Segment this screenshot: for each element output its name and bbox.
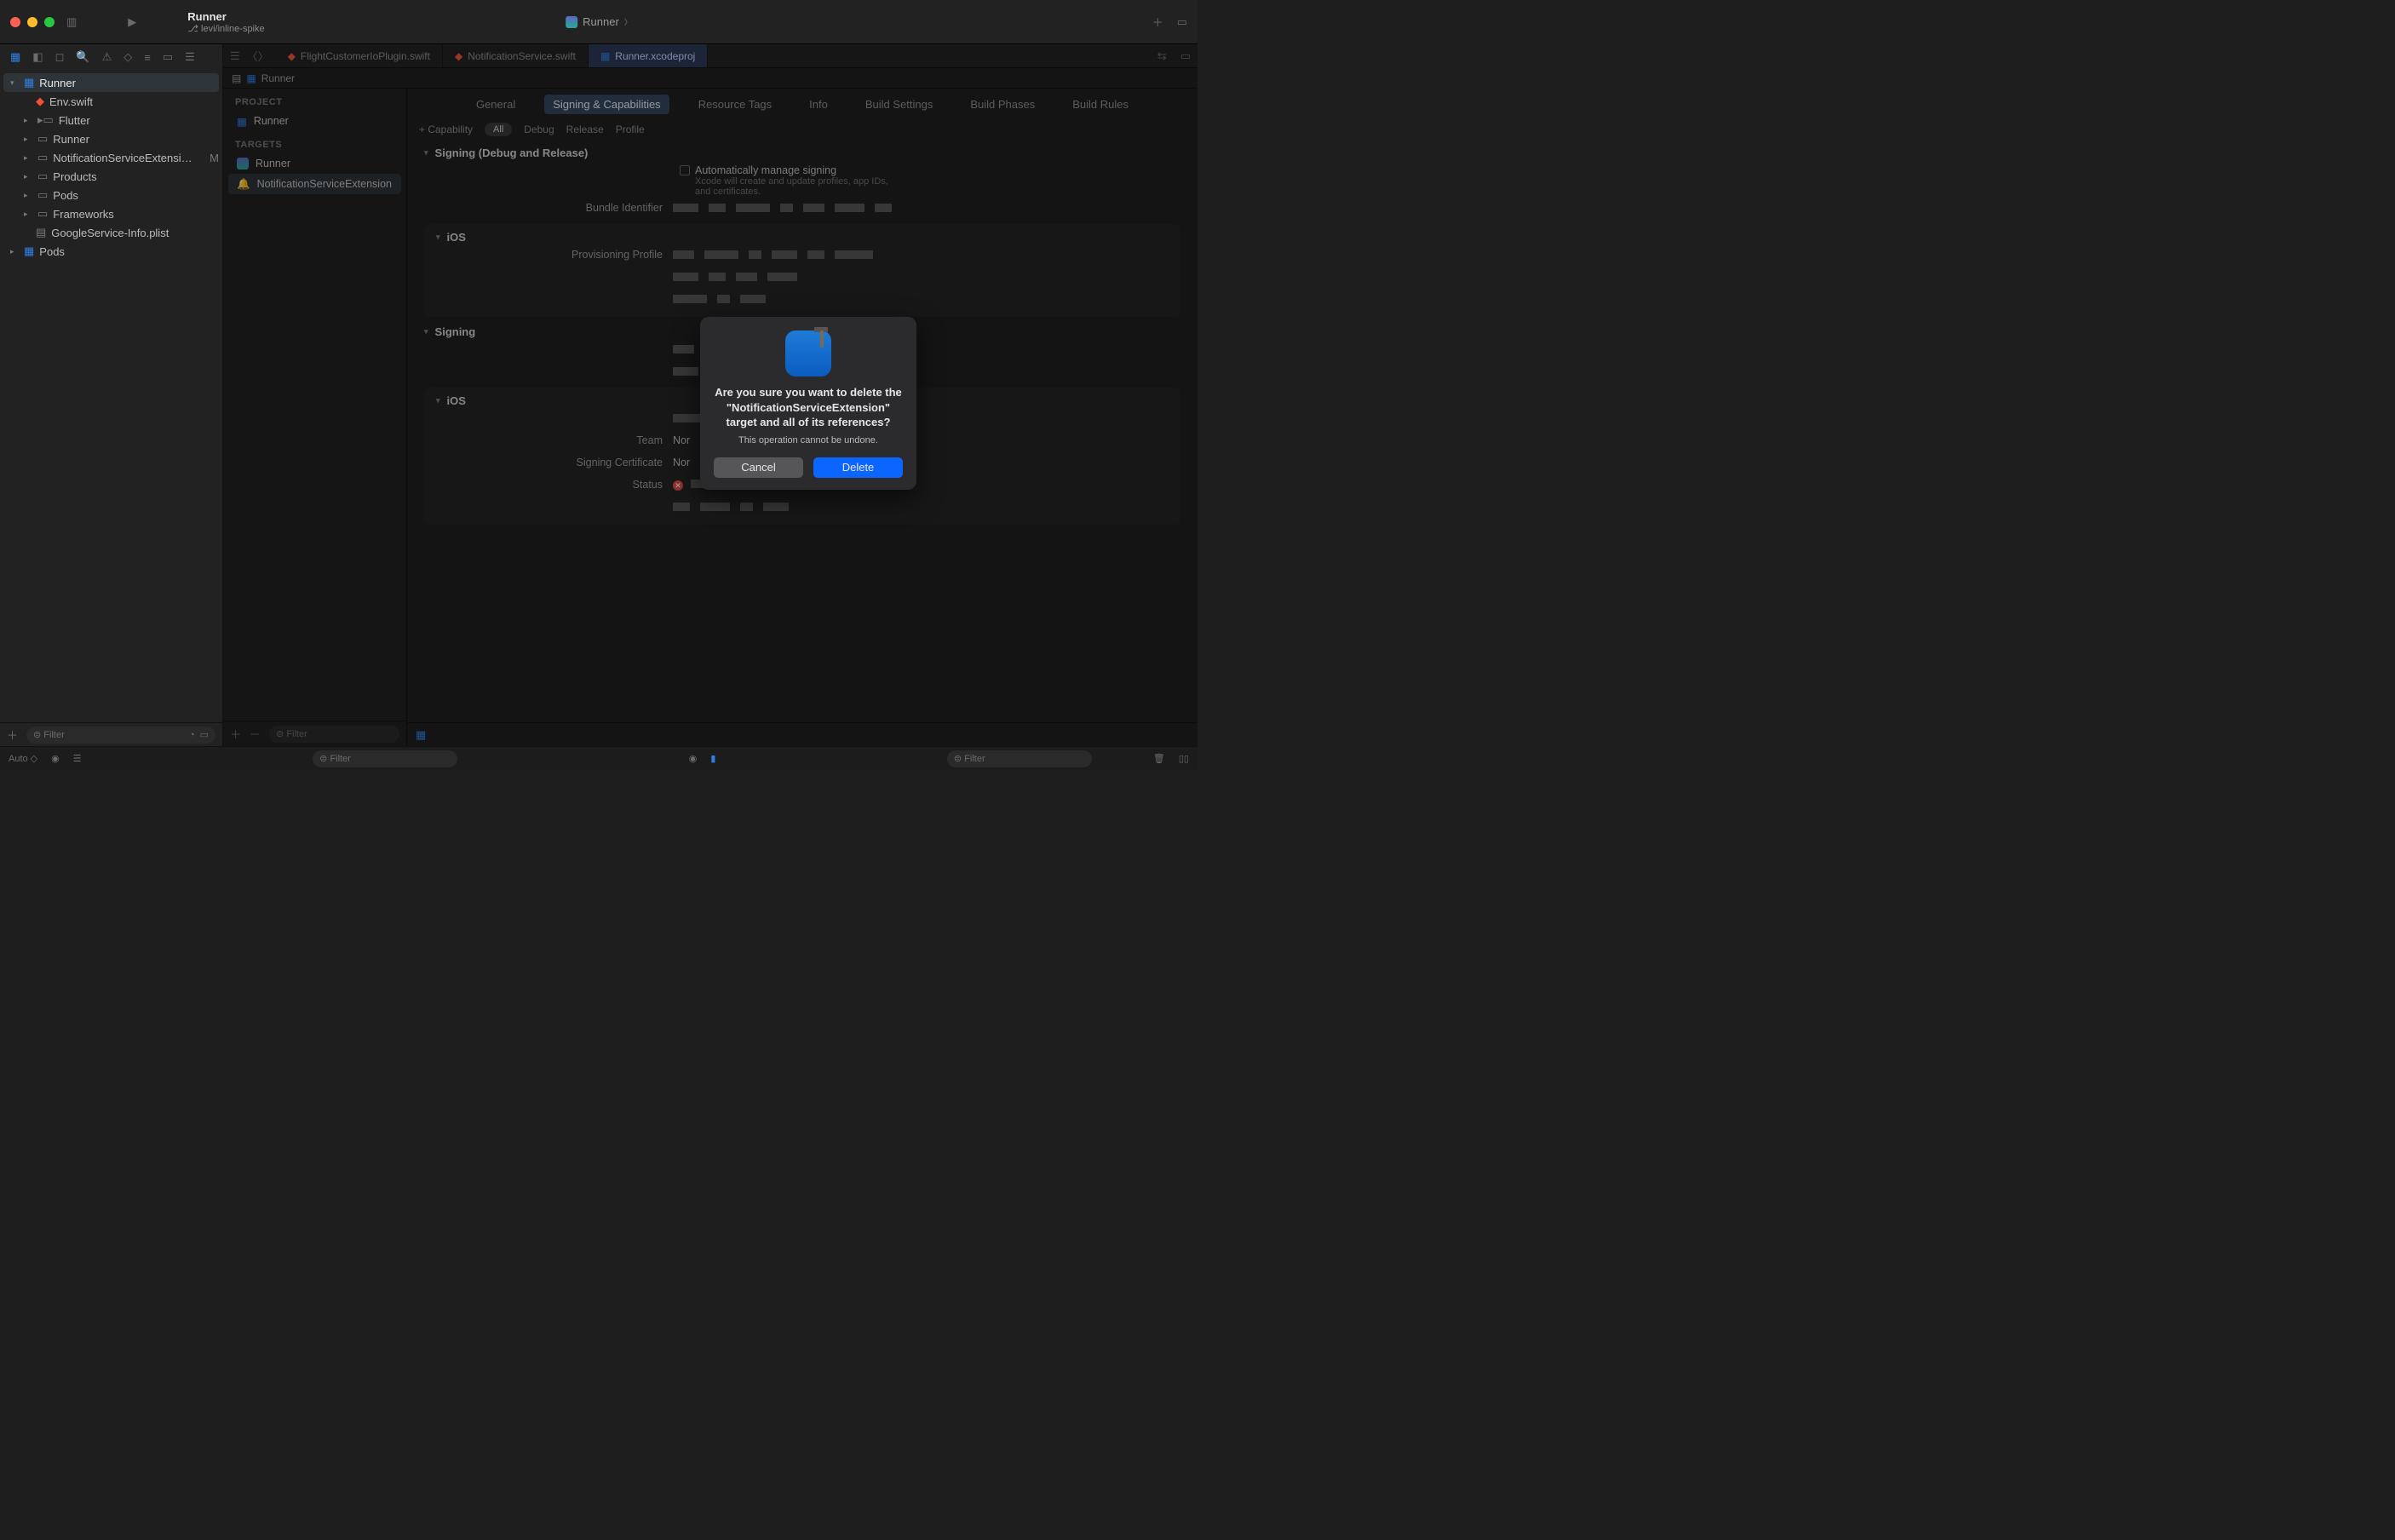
dialog-subtitle: This operation cannot be undone. bbox=[714, 435, 903, 445]
debug-nav-icon[interactable]: ≡ bbox=[144, 51, 151, 64]
trash-icon[interactable]: 🗑 bbox=[1153, 753, 1165, 764]
navigator-toolbar: ▦ ◧ ◻ 🔍 ⚠ ◇ ≡ ▭ ☰ bbox=[0, 44, 222, 70]
console-filter[interactable]: ⊜ Filter bbox=[947, 750, 1092, 767]
scm-filter-icon[interactable]: ▭ bbox=[200, 729, 209, 740]
folder-runner[interactable]: ▸▭ Runner bbox=[3, 129, 219, 148]
navigator-filter[interactable]: ⊜ Filter ◔ ▭ bbox=[26, 727, 215, 744]
filter-icon: ⊜ bbox=[319, 753, 327, 764]
filter-icon: ⊜ bbox=[33, 729, 41, 740]
delete-target-dialog: Are you sure you want to delete the "Not… bbox=[700, 317, 916, 490]
eye-icon[interactable]: ◉ bbox=[689, 753, 698, 764]
folder-products[interactable]: ▸▭ Products bbox=[3, 167, 219, 186]
delete-button[interactable]: Delete bbox=[813, 457, 903, 478]
eye-icon[interactable]: ◉ bbox=[51, 753, 60, 764]
folder-nav-icon[interactable]: ▦ bbox=[10, 50, 20, 64]
plus-icon[interactable]: ＋ bbox=[1152, 14, 1163, 30]
list-icon[interactable]: ☰ bbox=[73, 753, 82, 764]
report-nav-icon[interactable]: ☰ bbox=[185, 50, 195, 64]
sidebar-toggle-icon[interactable]: ▥ bbox=[66, 15, 77, 29]
variables-filter[interactable]: ⊜ Filter bbox=[313, 750, 457, 767]
folder-frameworks[interactable]: ▸▭ Frameworks bbox=[3, 204, 219, 223]
add-file-icon[interactable]: ＋ bbox=[7, 727, 18, 743]
navigator-footer: ＋ ⊜ Filter ◔ ▭ bbox=[0, 722, 222, 746]
traffic-lights bbox=[10, 17, 55, 27]
minimize-window[interactable] bbox=[27, 17, 37, 27]
zoom-window[interactable] bbox=[44, 17, 55, 27]
dialog-title: Are you sure you want to delete the "Not… bbox=[714, 385, 903, 430]
file-env-swift[interactable]: ◆ Env.swift bbox=[3, 92, 219, 111]
clock-icon[interactable]: ◔ bbox=[189, 730, 195, 740]
folder-pods[interactable]: ▸▭ Pods bbox=[3, 186, 219, 204]
swift-file-icon: ◆ bbox=[36, 95, 44, 108]
folder-flutter[interactable]: ▸▸▭ Flutter bbox=[3, 111, 219, 129]
titlebar-breadcrumb[interactable]: Runner 〉 bbox=[566, 15, 632, 28]
auto-variables-label[interactable]: Auto ◇ bbox=[9, 753, 37, 764]
tree-root-label: Runner bbox=[39, 77, 76, 89]
find-nav-icon[interactable]: 🔍 bbox=[76, 50, 89, 64]
plist-file-icon: ▤ bbox=[36, 226, 46, 239]
scm-badge: M bbox=[210, 152, 219, 164]
close-window[interactable] bbox=[10, 17, 20, 27]
test-nav-icon[interactable]: ◇ bbox=[123, 50, 132, 64]
git-branch: ⎇ levi/inline-spike bbox=[187, 23, 264, 34]
filter-icon: ⊜ bbox=[954, 753, 962, 764]
editor-area: ☰ 〈 〉 ◆ FlightCustomerIoPlugin.swift ◆ N… bbox=[223, 44, 1198, 746]
debug-area-bar: Auto ◇ ◉ ☰ ⊜ Filter ◉ ▮ ⊜ Filter 🗑 ▯▯ bbox=[0, 746, 1198, 770]
folder-notification-ext[interactable]: ▸▭ NotificationServiceExtensi… M bbox=[3, 148, 219, 167]
project-name: Runner bbox=[187, 10, 264, 23]
file-tree[interactable]: ▾▦ Runner ◆ Env.swift ▸▸▭ Flutter ▸▭ Run… bbox=[0, 70, 222, 722]
xcode-app-icon bbox=[785, 330, 831, 376]
window-titlebar: ▥ ▶ Runner ⎇ levi/inline-spike Runner 〉 … bbox=[0, 0, 1198, 44]
issue-nav-icon[interactable]: ⚠ bbox=[102, 50, 112, 64]
run-icon[interactable]: ▶ bbox=[128, 15, 136, 29]
titlebar-project: Runner ⎇ levi/inline-spike bbox=[187, 10, 264, 34]
breakpoint-nav-icon[interactable]: ▭ bbox=[163, 50, 173, 64]
source-control-nav-icon[interactable]: ◧ bbox=[32, 50, 43, 64]
file-tree-root-pods[interactable]: ▸▦ Pods bbox=[3, 242, 219, 261]
bookmark-nav-icon[interactable]: ◻ bbox=[55, 50, 65, 64]
breakpoint-toggle-icon[interactable]: ▮ bbox=[710, 753, 715, 764]
file-google-plist[interactable]: ▤ GoogleService-Info.plist bbox=[3, 223, 219, 242]
panel-split-icon[interactable]: ▯▯ bbox=[1179, 753, 1189, 764]
library-icon[interactable]: ▭ bbox=[1177, 15, 1187, 29]
file-tree-root[interactable]: ▾▦ Runner bbox=[3, 73, 219, 92]
project-navigator: ▦ ◧ ◻ 🔍 ⚠ ◇ ≡ ▭ ☰ ▾▦ Runner ◆ Env.swift … bbox=[0, 44, 223, 746]
app-icon bbox=[566, 16, 577, 28]
cancel-button[interactable]: Cancel bbox=[714, 457, 803, 478]
